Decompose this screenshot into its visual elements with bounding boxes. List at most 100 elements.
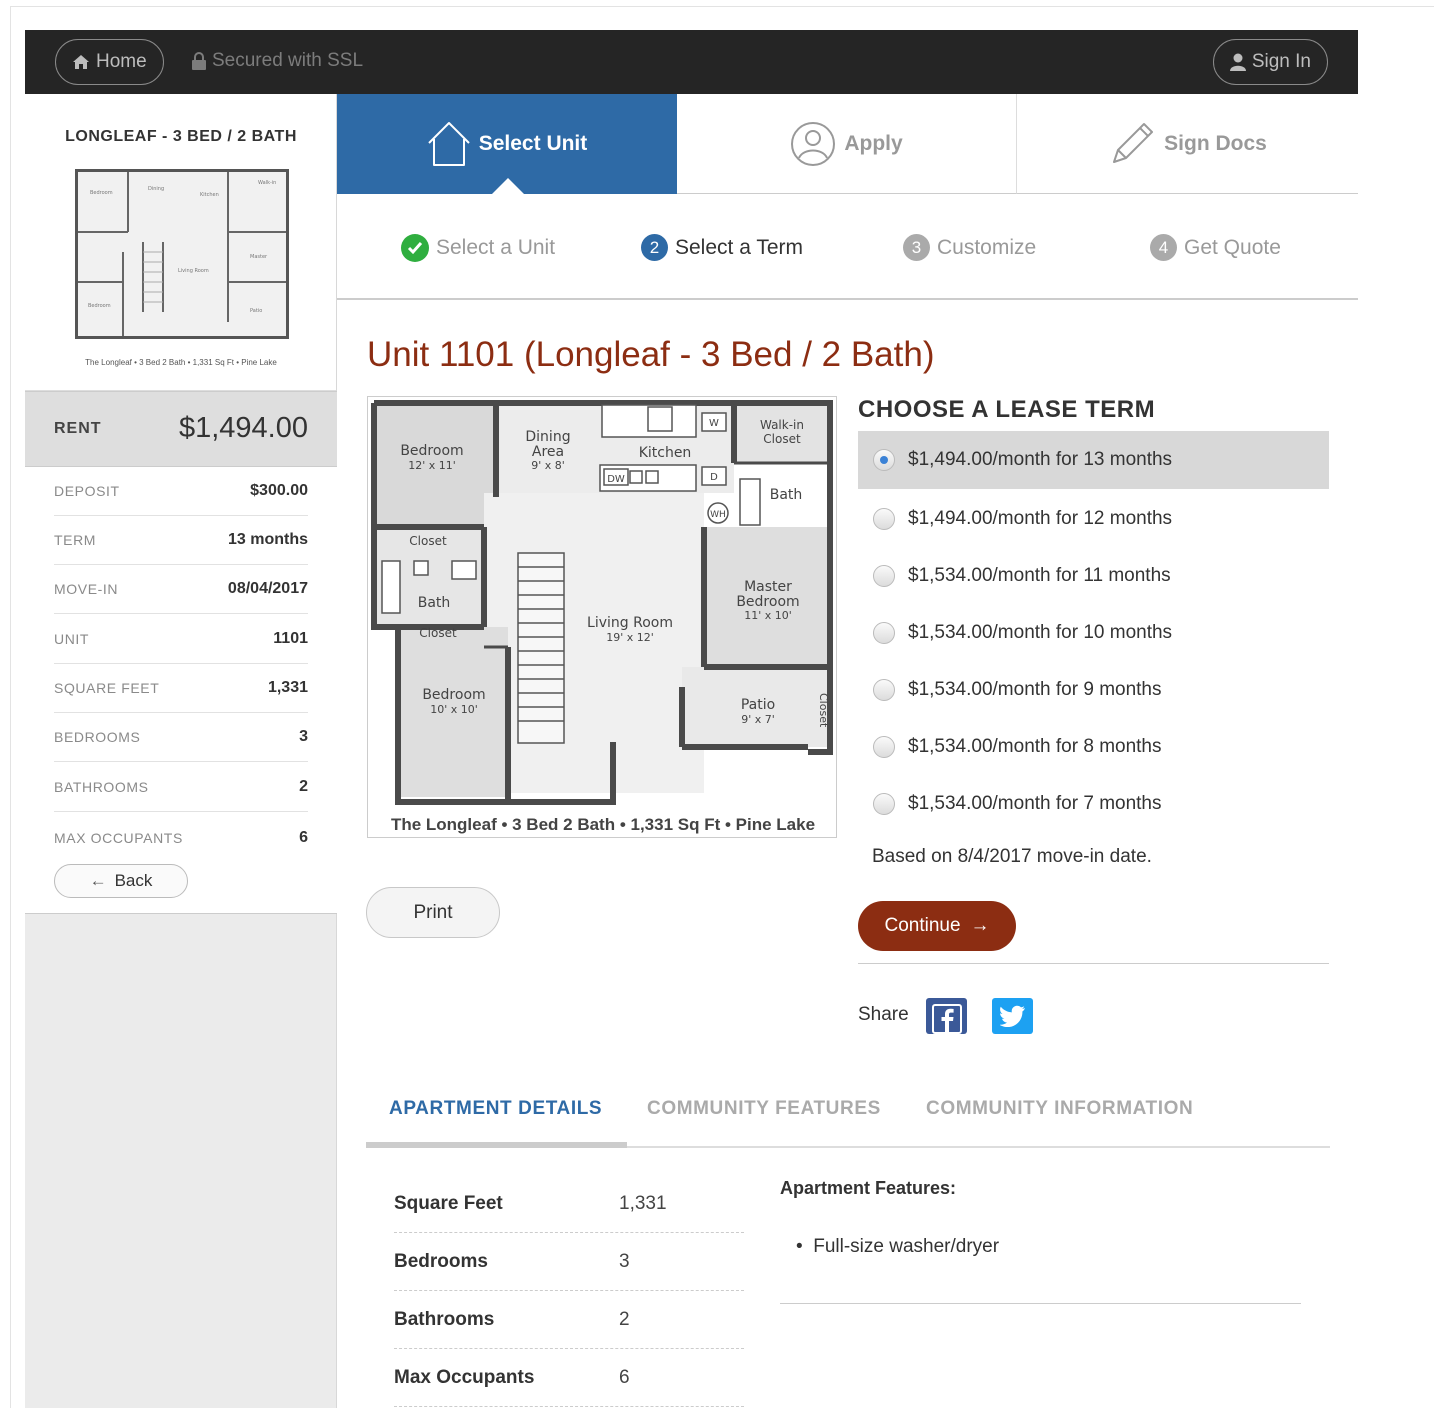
lease-option-7[interactable]: $1,534.00/month for 7 months [858,775,1329,833]
radio-button[interactable] [873,449,895,471]
home-button[interactable]: Home [55,39,164,85]
rent-value: $1,494.00 [178,412,308,444]
thumbnail-caption: The Longleaf • 3 Bed 2 Bath • 1,331 Sq F… [85,358,277,367]
substep-get-quote[interactable]: 4 Get Quote [1150,234,1281,261]
svg-text:Walk-in: Walk-in [258,180,276,186]
svg-text:Kitchen: Kitchen [200,192,219,198]
room-label: Closet [409,534,447,548]
step-number-badge: 4 [1150,234,1177,261]
unit-header: LONGLEAF - 3 BED / 2 BATH Bedroom Dining… [25,94,336,391]
room-label: Dining [525,429,570,445]
lease-option-label: $1,534.00/month for 9 months [908,679,1162,700]
active-step-caret [492,178,524,194]
lease-option-12[interactable]: $1,494.00/month for 12 months [858,490,1329,548]
room-label: Bath [770,487,803,503]
substep-select-term[interactable]: 2 Select a Term [641,234,803,261]
info-row-max-occupants: MAX OCCUPANTS 6 [54,828,308,846]
lease-option-13[interactable]: $1,494.00/month for 13 months [858,431,1329,489]
arrow-left-icon: ← [89,871,107,890]
user-circle-icon [791,121,836,166]
info-row-square-feet: SQUARE FEET 1,331 [54,664,308,713]
lease-option-8[interactable]: $1,534.00/month for 8 months [858,718,1329,776]
move-in-note: Based on 8/4/2017 move-in date. [872,846,1152,867]
facebook-icon [931,1004,962,1034]
page-title: Unit 1101 (Longleaf - 3 Bed / 2 Bath) [367,335,935,374]
appliance-label: W [709,418,719,429]
appliance-label: WH [710,510,726,520]
radio-button[interactable] [873,622,895,644]
room-label: Closet [763,432,801,446]
room-label: Living Room [587,615,673,631]
radio-button[interactable] [873,565,895,587]
lease-option-label: $1,494.00/month for 13 months [908,449,1173,470]
ssl-label: Secured with SSL [212,50,364,71]
sign-in-button[interactable]: Sign In [1212,39,1328,85]
substep-select-unit[interactable]: Select a Unit [401,234,555,262]
room-size: 19' x 12' [606,631,654,644]
ssl-indicator: Secured with SSL [191,50,363,72]
room-label: Closet [817,693,830,728]
floorplan-thumbnail[interactable]: Bedroom Dining Kitchen Walk-in Living Room… [75,169,289,339]
info-row-bedrooms: BEDROOMS 3 [54,713,308,762]
substep-customize[interactable]: 3 Customize [903,234,1036,261]
print-button[interactable]: Print [366,887,500,938]
tab-apartment-details[interactable]: APARTMENT DETAILS [389,1098,602,1120]
feature-list-item: • Full-size washer/dryer [796,1236,1000,1257]
room-label: Patio [741,697,775,713]
substep-label: Select a Unit [436,236,556,259]
radio-button[interactable] [873,793,895,815]
continue-label: Continue [884,915,961,936]
back-button[interactable]: ← Back [54,864,188,898]
floorplan-thumbnail-graphic: Bedroom Dining Kitchen Walk-in Living Room… [78,172,286,336]
room-label: Closet [419,626,457,640]
twitter-share-button[interactable] [992,998,1033,1034]
step-sign-docs-label: Sign Docs [1164,131,1267,155]
facebook-share-button[interactable] [926,998,967,1034]
rent-label: RENT [54,420,102,437]
lease-option-label: $1,534.00/month for 7 months [908,793,1162,814]
room-label: Bedroom [400,443,463,459]
lease-option-10[interactable]: $1,534.00/month for 10 months [858,604,1329,662]
lease-term-heading: CHOOSE A LEASE TERM [858,396,1156,423]
step-apply[interactable]: Apply [677,94,1017,194]
room-label: Bath [418,595,451,611]
radio-button[interactable] [873,679,895,701]
house-outline-icon [428,122,470,166]
step-apply-label: Apply [844,131,903,155]
floorplan-graphic: Bedroom 12' x 11' Dining Area 9' x 8' Ki… [368,397,836,809]
appliance-label: D [710,472,718,483]
lease-option-11[interactable]: $1,534.00/month for 11 months [858,547,1329,605]
svg-text:Bedroom: Bedroom [88,303,111,309]
back-label: Back [114,871,153,890]
svg-text:Living Room: Living Room [178,268,209,274]
room-size: 12' x 11' [408,459,456,472]
step-select-unit-label: Select Unit [478,132,588,155]
room-label: Area [532,444,564,460]
room-size: 9' x 7' [741,713,775,726]
features-heading: Apartment Features: [780,1178,957,1198]
lease-option-9[interactable]: $1,534.00/month for 9 months [858,661,1329,719]
continue-button[interactable]: Continue → [858,901,1016,951]
home-label: Home [96,51,147,72]
radio-button[interactable] [873,508,895,530]
sign-in-label: Sign In [1251,51,1311,72]
info-row-unit: UNIT 1101 [54,615,308,664]
unit-name: LONGLEAF - 3 BED / 2 BATH [65,128,297,145]
tab-community-information[interactable]: COMMUNITY INFORMATION [926,1098,1193,1120]
tab-community-features[interactable]: COMMUNITY FEATURES [647,1098,881,1120]
twitter-icon [999,1005,1025,1027]
room-label: Bedroom [736,594,799,610]
info-row-deposit: DEPOSIT $300.00 [54,467,308,516]
user-icon [1229,53,1246,71]
detail-row-bedrooms: Bedrooms 3 [394,1233,744,1291]
divider [780,1303,1301,1304]
unit-info-list: DEPOSIT $300.00 TERM 13 months MOVE-IN 08/0… [25,467,337,914]
step-sign-docs[interactable]: Sign Docs [1017,94,1358,194]
rent-summary: RENT $1,494.00 [25,391,337,467]
share-label: Share [858,1004,909,1025]
room-label: Walk-in [760,418,804,432]
floorplan-image: Bedroom 12' x 11' Dining Area 9' x 8' Ki… [367,396,837,838]
svg-text:Master: Master [250,254,268,260]
radio-button[interactable] [873,736,895,758]
lock-icon [192,52,206,70]
